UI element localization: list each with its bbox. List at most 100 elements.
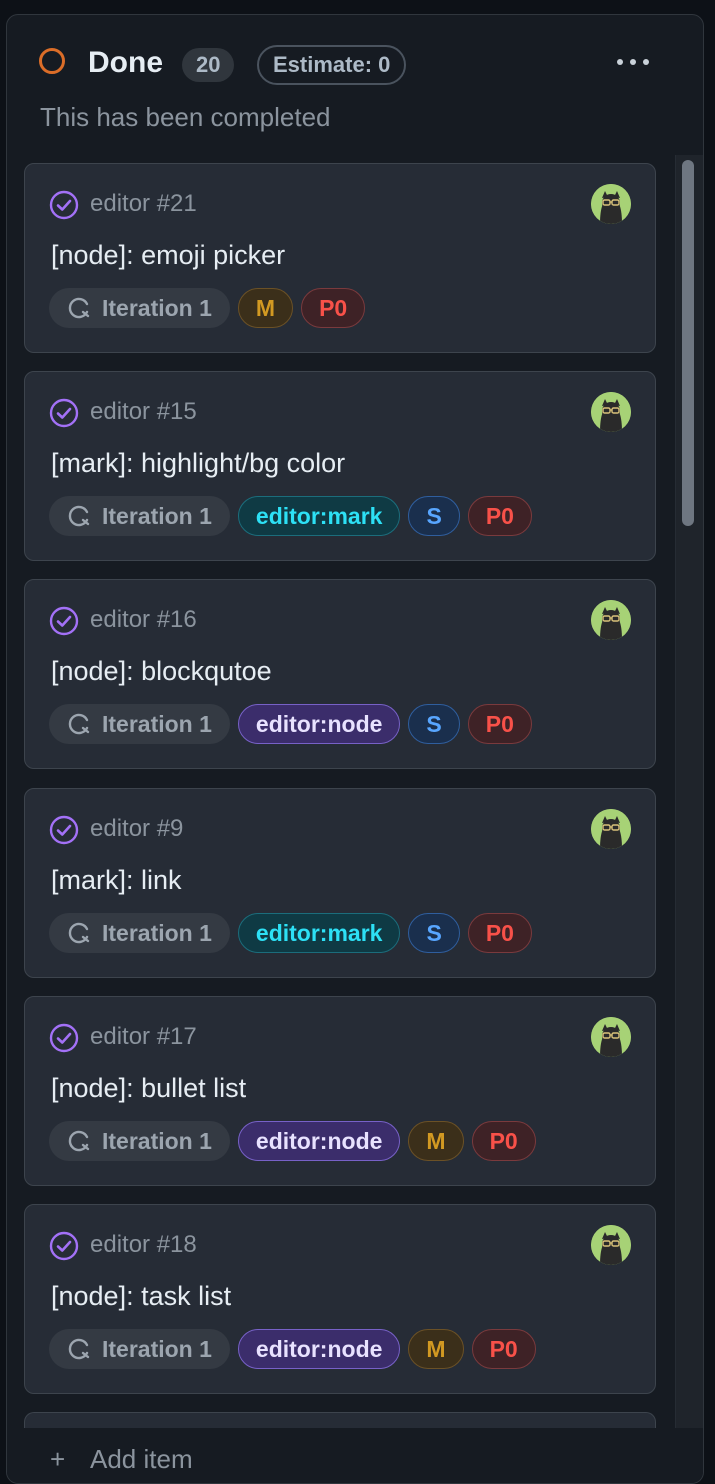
label-size-S[interactable]: S xyxy=(408,496,460,536)
check-circle-icon xyxy=(49,1023,79,1053)
label-text: P0 xyxy=(485,502,514,529)
circle-outline-icon xyxy=(39,48,65,74)
iteration-icon xyxy=(66,920,92,946)
label-editor-mark[interactable]: editor:mark xyxy=(237,913,401,953)
label-iteration[interactable]: Iteration 1 xyxy=(49,496,230,536)
label-text: M xyxy=(426,1335,446,1362)
label-size-S[interactable]: S xyxy=(408,704,460,744)
label-editor-node[interactable]: editor:node xyxy=(237,704,401,744)
label-priority[interactable]: P0 xyxy=(467,704,532,744)
issue-title[interactable]: [node]: bullet list xyxy=(51,1071,246,1105)
assignee-avatar[interactable] xyxy=(591,1225,631,1265)
column-description: This has been completed xyxy=(40,102,331,132)
label-text: M xyxy=(255,294,276,321)
label-text: M xyxy=(426,1127,446,1154)
issue-card[interactable]: editor #21 [node]: emoji picker Iteration … xyxy=(24,163,656,353)
label-row: Iteration 1 editor:node M P0 xyxy=(49,1329,536,1369)
label-priority[interactable]: P0 xyxy=(467,913,532,953)
issue-title[interactable]: [mark]: highlight/bg color xyxy=(51,446,345,480)
issue-reference[interactable]: editor #16 xyxy=(90,604,197,636)
label-priority[interactable]: P0 xyxy=(467,496,532,536)
add-item-button[interactable]: + Add item xyxy=(50,1444,193,1475)
label-text: Iteration 1 xyxy=(102,294,212,321)
add-item-label: Add item xyxy=(90,1444,193,1474)
label-text: S xyxy=(426,710,442,737)
label-size-S[interactable]: S xyxy=(408,913,460,953)
label-row: Iteration 1 editor:mark S P0 xyxy=(49,496,532,536)
label-size-M[interactable]: M xyxy=(408,1121,464,1161)
item-count-badge: 20 xyxy=(182,48,235,82)
issue-reference[interactable]: editor #18 xyxy=(90,1229,197,1261)
issue-reference[interactable]: editor #21 xyxy=(90,188,197,220)
label-text: Iteration 1 xyxy=(102,1127,212,1154)
label-iteration[interactable]: Iteration 1 xyxy=(49,704,230,744)
label-text: S xyxy=(426,502,442,529)
iteration-icon xyxy=(66,711,92,737)
label-row: Iteration 1 M P0 xyxy=(49,288,366,328)
label-text: Iteration 1 xyxy=(102,1335,212,1362)
label-editor-node[interactable]: editor:node xyxy=(237,1121,401,1161)
label-text: P0 xyxy=(489,1335,518,1362)
issue-card[interactable]: editor #17 [node]: bullet list Iteration 1… xyxy=(24,996,656,1186)
issue-title[interactable]: [node]: blockqutoe xyxy=(51,654,272,688)
issue-card[interactable]: editor #9 [mark]: link Iteration 1 editor:m… xyxy=(24,788,656,978)
label-text: S xyxy=(426,919,442,946)
check-circle-icon xyxy=(49,815,79,845)
label-row: Iteration 1 editor:mark S P0 xyxy=(49,913,532,953)
label-text: editor:node xyxy=(255,1335,383,1362)
issue-card[interactable]: editor #16 [node]: blockqutoe Iteration 1 e… xyxy=(24,579,656,769)
iteration-icon xyxy=(66,295,92,321)
label-iteration[interactable]: Iteration 1 xyxy=(49,1329,230,1369)
assignee-avatar[interactable] xyxy=(591,1017,631,1057)
column-more-button[interactable] xyxy=(615,55,651,69)
plus-icon: + xyxy=(50,1444,66,1474)
check-circle-icon xyxy=(49,398,79,428)
label-row: Iteration 1 editor:node M P0 xyxy=(49,1121,536,1161)
label-text: editor:mark xyxy=(255,919,383,946)
label-text: P0 xyxy=(485,710,514,737)
label-editor-node[interactable]: editor:node xyxy=(237,1329,401,1369)
issue-title[interactable]: [node]: emoji picker xyxy=(51,238,285,272)
board-column-done: Done 20 Estimate: 0 This has been comple… xyxy=(6,14,704,1484)
label-text: editor:node xyxy=(255,1127,383,1154)
assignee-avatar[interactable] xyxy=(591,392,631,432)
label-text: P0 xyxy=(485,919,514,946)
assignee-avatar[interactable] xyxy=(591,809,631,849)
issue-title[interactable]: [mark]: link xyxy=(51,863,182,897)
assignee-avatar[interactable] xyxy=(591,600,631,640)
label-text: P0 xyxy=(319,294,348,321)
label-iteration[interactable]: Iteration 1 xyxy=(49,913,230,953)
label-text: Iteration 1 xyxy=(102,502,212,529)
issue-card[interactable]: editor #15 [mark]: highlight/bg color Iter… xyxy=(24,371,656,561)
scrollbar-thumb[interactable] xyxy=(682,160,694,526)
assignee-avatar[interactable] xyxy=(591,184,631,224)
iteration-icon xyxy=(66,503,92,529)
kebab-horizontal-icon xyxy=(617,59,623,65)
label-row: Iteration 1 editor:node S P0 xyxy=(49,704,532,744)
issue-reference[interactable]: editor #17 xyxy=(90,1021,197,1053)
label-iteration[interactable]: Iteration 1 xyxy=(49,288,230,328)
issue-card[interactable]: editor #18 [node]: task list Iteration 1 ed… xyxy=(24,1204,656,1394)
label-text: editor:mark xyxy=(255,502,383,529)
label-editor-mark[interactable]: editor:mark xyxy=(237,496,401,536)
label-priority[interactable]: P0 xyxy=(471,1329,536,1369)
issue-reference[interactable]: editor #15 xyxy=(90,396,197,428)
label-size-M[interactable]: M xyxy=(237,288,294,328)
label-priority[interactable]: P0 xyxy=(301,288,366,328)
check-circle-icon xyxy=(49,190,79,220)
iteration-icon xyxy=(66,1128,92,1154)
check-circle-icon xyxy=(49,1231,79,1261)
label-size-M[interactable]: M xyxy=(408,1329,464,1369)
label-text: P0 xyxy=(489,1127,518,1154)
issue-title[interactable]: [node]: task list xyxy=(51,1279,231,1313)
column-header: Done 20 Estimate: 0 This has been comple… xyxy=(7,15,703,165)
estimate-badge: Estimate: 0 xyxy=(257,45,407,85)
issue-reference[interactable]: editor #9 xyxy=(90,813,183,845)
label-text: Iteration 1 xyxy=(102,919,212,946)
label-iteration[interactable]: Iteration 1 xyxy=(49,1121,230,1161)
iteration-icon xyxy=(66,1336,92,1362)
check-circle-icon xyxy=(49,606,79,636)
column-title: Done xyxy=(88,46,163,79)
label-priority[interactable]: P0 xyxy=(471,1121,536,1161)
add-item-bar: + Add item xyxy=(7,1428,703,1483)
